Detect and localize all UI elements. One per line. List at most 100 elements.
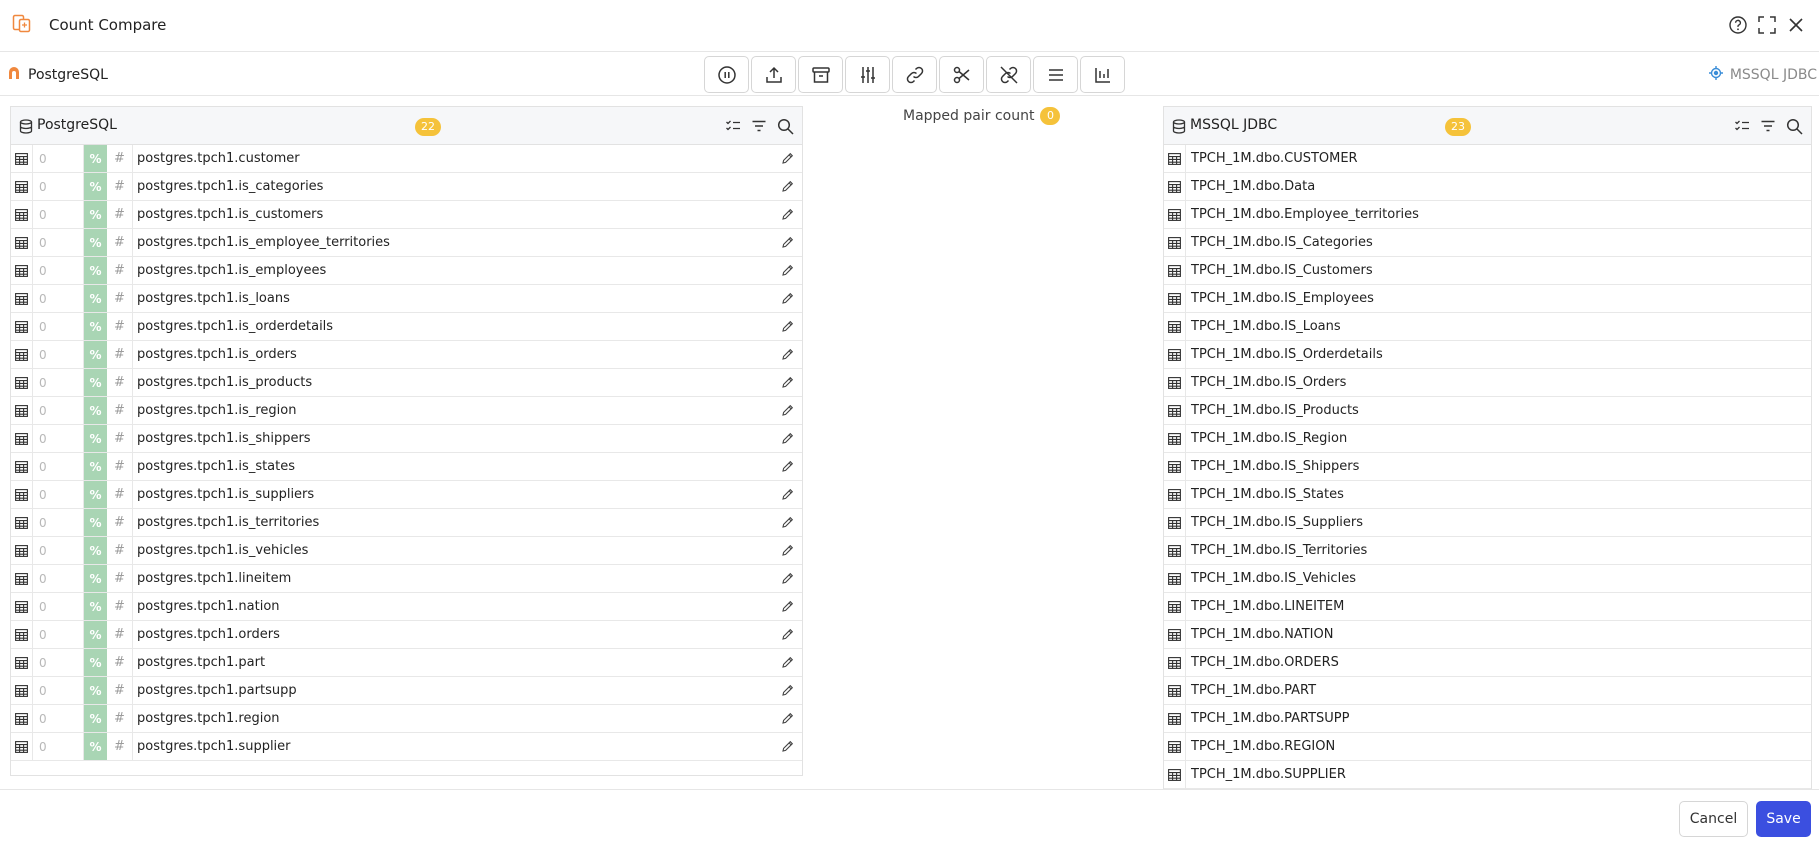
table-row[interactable]: TPCH_1M.dbo.IS_Categories bbox=[1164, 229, 1811, 257]
percent-toggle[interactable]: % bbox=[84, 397, 107, 424]
table-row[interactable]: TPCH_1M.dbo.IS_Region bbox=[1164, 425, 1811, 453]
edit-icon[interactable] bbox=[772, 677, 802, 704]
edit-icon[interactable] bbox=[772, 537, 802, 564]
table-row[interactable]: TPCH_1M.dbo.IS_Suppliers bbox=[1164, 509, 1811, 537]
table-row[interactable]: TPCH_1M.dbo.SUPPLIER bbox=[1164, 761, 1811, 789]
percent-toggle[interactable]: % bbox=[84, 649, 107, 676]
table-row[interactable]: 0% # postgres.tpch1.is_shippers bbox=[11, 425, 802, 453]
align-bottom-button[interactable] bbox=[1080, 56, 1125, 93]
checklist-icon[interactable] bbox=[1733, 117, 1751, 135]
percent-toggle[interactable]: % bbox=[84, 593, 107, 620]
percent-toggle[interactable]: % bbox=[84, 369, 107, 396]
percent-toggle[interactable]: % bbox=[84, 453, 107, 480]
hash-toggle[interactable]: # bbox=[107, 285, 133, 312]
edit-icon[interactable] bbox=[772, 397, 802, 424]
filter-icon[interactable] bbox=[750, 117, 768, 135]
edit-icon[interactable] bbox=[772, 173, 802, 200]
edit-icon[interactable] bbox=[772, 285, 802, 312]
upload-button[interactable] bbox=[751, 56, 796, 93]
percent-toggle[interactable]: % bbox=[84, 257, 107, 284]
percent-toggle[interactable]: % bbox=[84, 537, 107, 564]
table-row[interactable]: TPCH_1M.dbo.IS_Loans bbox=[1164, 313, 1811, 341]
hash-toggle[interactable]: # bbox=[107, 229, 133, 256]
hash-toggle[interactable]: # bbox=[107, 425, 133, 452]
edit-icon[interactable] bbox=[772, 145, 802, 172]
hash-toggle[interactable]: # bbox=[107, 733, 133, 760]
table-row[interactable]: TPCH_1M.dbo.IS_Customers bbox=[1164, 257, 1811, 285]
percent-toggle[interactable]: % bbox=[84, 425, 107, 452]
hash-toggle[interactable]: # bbox=[107, 369, 133, 396]
table-row[interactable]: 0% # postgres.tpch1.is_region bbox=[11, 397, 802, 425]
archive-button[interactable] bbox=[798, 56, 843, 93]
table-row[interactable]: TPCH_1M.dbo.REGION bbox=[1164, 733, 1811, 761]
table-row[interactable]: TPCH_1M.dbo.ORDERS bbox=[1164, 649, 1811, 677]
hash-toggle[interactable]: # bbox=[107, 621, 133, 648]
hash-toggle[interactable]: # bbox=[107, 397, 133, 424]
edit-icon[interactable] bbox=[772, 509, 802, 536]
table-row[interactable]: TPCH_1M.dbo.IS_Products bbox=[1164, 397, 1811, 425]
table-row[interactable]: 0% # postgres.tpch1.partsupp bbox=[11, 677, 802, 705]
table-row[interactable]: 0% # postgres.tpch1.is_orders bbox=[11, 341, 802, 369]
table-row[interactable]: 0% # postgres.tpch1.is_products bbox=[11, 369, 802, 397]
edit-icon[interactable] bbox=[772, 453, 802, 480]
edit-icon[interactable] bbox=[772, 313, 802, 340]
edit-icon[interactable] bbox=[772, 369, 802, 396]
table-row[interactable]: 0% # postgres.tpch1.is_employees bbox=[11, 257, 802, 285]
pause-button[interactable] bbox=[704, 56, 749, 93]
list-button[interactable] bbox=[1033, 56, 1078, 93]
filter-icon[interactable] bbox=[1759, 117, 1777, 135]
percent-toggle[interactable]: % bbox=[84, 509, 107, 536]
table-row[interactable]: 0% # postgres.tpch1.nation bbox=[11, 593, 802, 621]
table-row[interactable]: 0% # postgres.tpch1.is_territories bbox=[11, 509, 802, 537]
edit-icon[interactable] bbox=[772, 649, 802, 676]
hash-toggle[interactable]: # bbox=[107, 145, 133, 172]
close-icon[interactable] bbox=[1785, 14, 1807, 36]
table-row[interactable]: 0% # postgres.tpch1.region bbox=[11, 705, 802, 733]
hash-toggle[interactable]: # bbox=[107, 481, 133, 508]
edit-icon[interactable] bbox=[772, 621, 802, 648]
hash-toggle[interactable]: # bbox=[107, 537, 133, 564]
percent-toggle[interactable]: % bbox=[84, 201, 107, 228]
edit-icon[interactable] bbox=[772, 341, 802, 368]
table-row[interactable]: 0% # postgres.tpch1.customer bbox=[11, 145, 802, 173]
percent-toggle[interactable]: % bbox=[84, 677, 107, 704]
edit-icon[interactable] bbox=[772, 593, 802, 620]
search-icon[interactable] bbox=[1785, 117, 1803, 135]
percent-toggle[interactable]: % bbox=[84, 621, 107, 648]
table-row[interactable]: 0% # postgres.tpch1.lineitem bbox=[11, 565, 802, 593]
percent-toggle[interactable]: % bbox=[84, 565, 107, 592]
table-row[interactable]: 0% # postgres.tpch1.supplier bbox=[11, 733, 802, 761]
cut-button[interactable] bbox=[939, 56, 984, 93]
table-row[interactable]: TPCH_1M.dbo.IS_Shippers bbox=[1164, 453, 1811, 481]
hash-toggle[interactable]: # bbox=[107, 565, 133, 592]
table-row[interactable]: 0% # postgres.tpch1.is_customers bbox=[11, 201, 802, 229]
table-row[interactable]: TPCH_1M.dbo.PART bbox=[1164, 677, 1811, 705]
percent-toggle[interactable]: % bbox=[84, 341, 107, 368]
hash-toggle[interactable]: # bbox=[107, 677, 133, 704]
table-row[interactable]: 0% # postgres.tpch1.is_employee_territorie… bbox=[11, 229, 802, 257]
edit-icon[interactable] bbox=[772, 425, 802, 452]
table-row[interactable]: TPCH_1M.dbo.LINEITEM bbox=[1164, 593, 1811, 621]
edit-icon[interactable] bbox=[772, 565, 802, 592]
fullscreen-icon[interactable] bbox=[1756, 14, 1778, 36]
percent-toggle[interactable]: % bbox=[84, 705, 107, 732]
table-row[interactable]: TPCH_1M.dbo.Employee_territories bbox=[1164, 201, 1811, 229]
edit-icon[interactable] bbox=[772, 733, 802, 760]
percent-toggle[interactable]: % bbox=[84, 481, 107, 508]
search-icon[interactable] bbox=[776, 117, 794, 135]
percent-toggle[interactable]: % bbox=[84, 313, 107, 340]
percent-toggle[interactable]: % bbox=[84, 229, 107, 256]
hash-toggle[interactable]: # bbox=[107, 257, 133, 284]
edit-icon[interactable] bbox=[772, 705, 802, 732]
table-row[interactable]: 0% # postgres.tpch1.orders bbox=[11, 621, 802, 649]
table-row[interactable]: TPCH_1M.dbo.IS_States bbox=[1164, 481, 1811, 509]
checklist-icon[interactable] bbox=[724, 117, 742, 135]
hash-toggle[interactable]: # bbox=[107, 705, 133, 732]
table-row[interactable]: TPCH_1M.dbo.Data bbox=[1164, 173, 1811, 201]
unlink-button[interactable] bbox=[986, 56, 1031, 93]
table-row[interactable]: TPCH_1M.dbo.IS_Orders bbox=[1164, 369, 1811, 397]
table-row[interactable]: 0% # postgres.tpch1.is_loans bbox=[11, 285, 802, 313]
table-row[interactable]: TPCH_1M.dbo.IS_Employees bbox=[1164, 285, 1811, 313]
edit-icon[interactable] bbox=[772, 481, 802, 508]
hash-toggle[interactable]: # bbox=[107, 593, 133, 620]
